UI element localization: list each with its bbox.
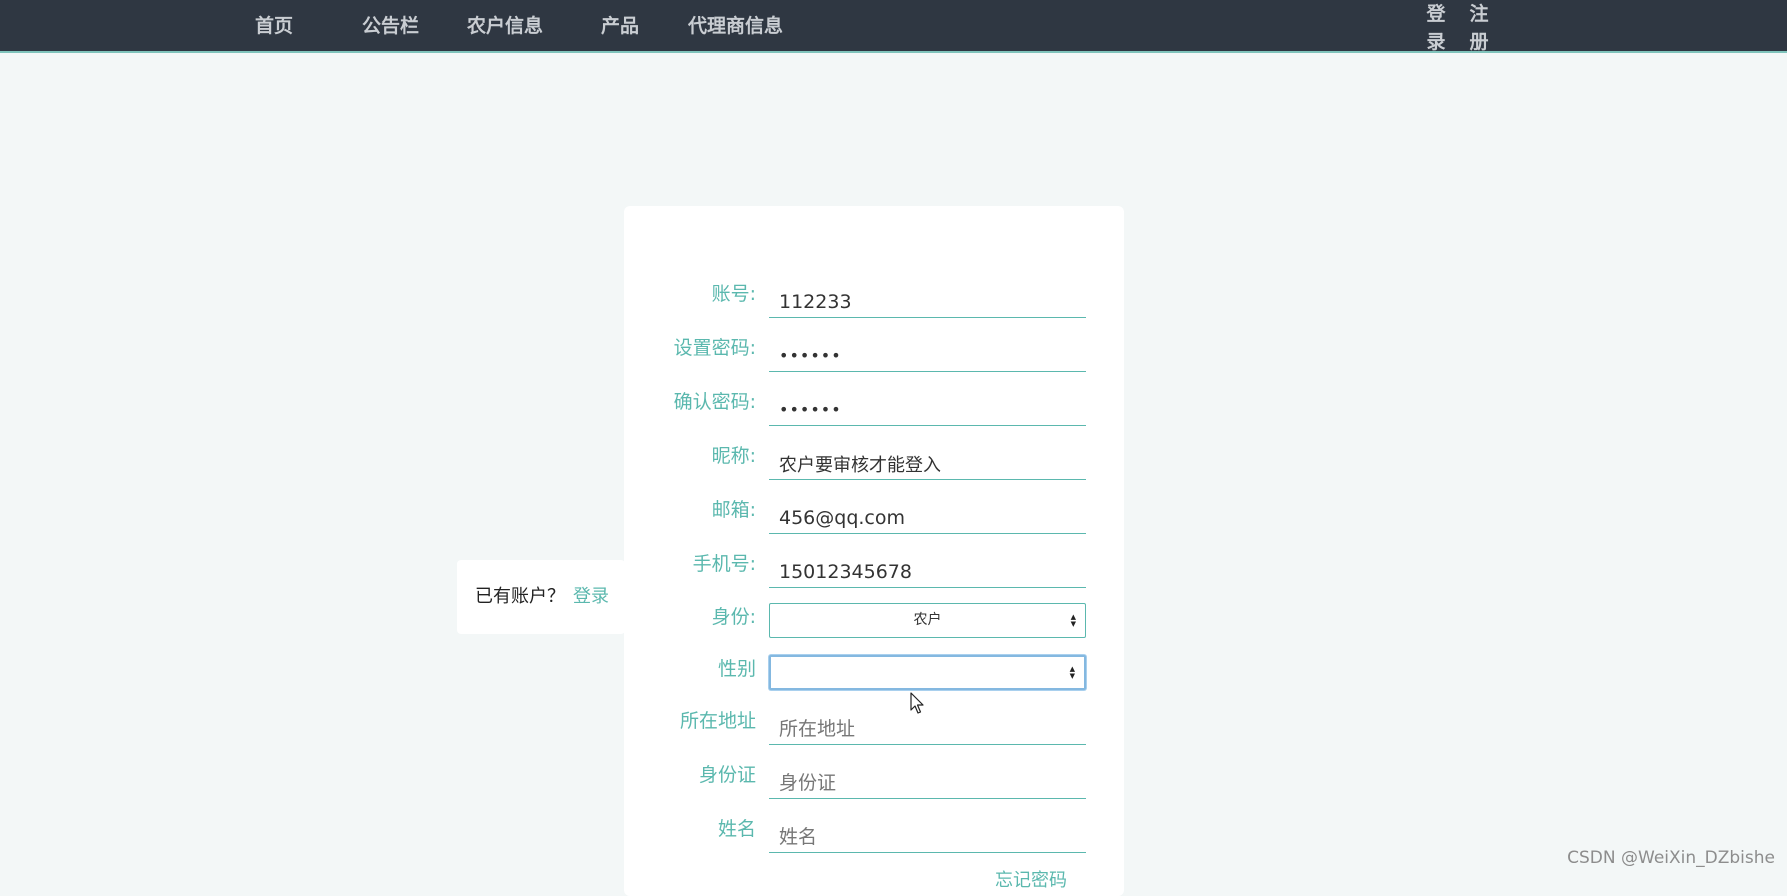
top-navbar: 首页 公告栏 农户信息 产品 代理商信息 登录 注册 (0, 0, 1787, 53)
password-input[interactable] (769, 330, 1086, 372)
role-row: 身份: 农户 ▲ ▼ (624, 603, 1124, 649)
address-row: 所在地址 (624, 703, 1124, 749)
password-label: 设置密码: (673, 337, 756, 359)
role-select[interactable]: 农户 ▲ ▼ (769, 603, 1086, 638)
phone-label: 手机号: (692, 553, 756, 575)
id-card-input[interactable] (769, 757, 1086, 799)
nav-products[interactable]: 产品 (601, 14, 639, 38)
email-input[interactable] (769, 492, 1086, 534)
nickname-label: 昵称: (711, 445, 756, 467)
confirm-password-label: 确认密码: (673, 391, 756, 413)
nickname-row: 昵称: (624, 438, 1124, 484)
forgot-password-link[interactable]: 忘记密码 (995, 866, 1067, 892)
register-form-card: 账号: 设置密码: 确认密码: 昵称: 邮箱: 手机号: 身份: 农户 ▲▼ 性… (624, 206, 1124, 896)
nav-register[interactable]: 注册 (1468, 0, 1490, 56)
login-hint-question: 已有账户？ (475, 586, 565, 607)
name-input[interactable] (769, 811, 1086, 853)
account-row: 账号: (624, 276, 1124, 322)
role-selected-value: 农户 (913, 612, 942, 628)
confirm-password-row: 确认密码: (624, 384, 1124, 430)
gender-label: 性别 (717, 658, 756, 680)
nav-agent-info[interactable]: 代理商信息 (688, 14, 783, 38)
role-label: 身份: (711, 606, 756, 628)
select-arrows-icon: ▲ ▼ (1069, 664, 1075, 680)
phone-row: 手机号: (624, 546, 1124, 592)
email-label: 邮箱: (711, 499, 756, 521)
nav-farmer-info[interactable]: 农户信息 (467, 14, 543, 38)
address-label: 所在地址 (679, 710, 756, 732)
name-row: 姓名 (624, 811, 1124, 857)
account-input[interactable] (769, 276, 1086, 318)
name-label: 姓名 (717, 818, 756, 840)
nav-login[interactable]: 登录 (1425, 0, 1447, 56)
login-link[interactable]: 登录 (573, 586, 609, 607)
gender-row: 性别 ▲ ▼ (624, 655, 1124, 701)
select-arrows-icon: ▲ ▼ (1070, 612, 1076, 628)
gender-select[interactable]: ▲ ▼ (769, 655, 1086, 690)
watermark: CSDN @WeiXin_DZbishe (1567, 848, 1775, 868)
password-row: 设置密码: (624, 330, 1124, 376)
login-hint-panel: 已有账户？ 登录 (457, 560, 625, 634)
account-label: 账号: (711, 283, 756, 305)
id-card-row: 身份证 (624, 757, 1124, 803)
mouse-cursor-icon (910, 692, 924, 714)
address-input[interactable] (769, 703, 1086, 745)
nickname-input[interactable] (769, 438, 1086, 480)
confirm-password-input[interactable] (769, 384, 1086, 426)
id-card-label: 身份证 (698, 764, 756, 786)
nav-home[interactable]: 首页 (255, 14, 293, 38)
nav-notice-board[interactable]: 公告栏 (362, 14, 419, 38)
phone-input[interactable] (769, 546, 1086, 588)
email-row: 邮箱: (624, 492, 1124, 538)
